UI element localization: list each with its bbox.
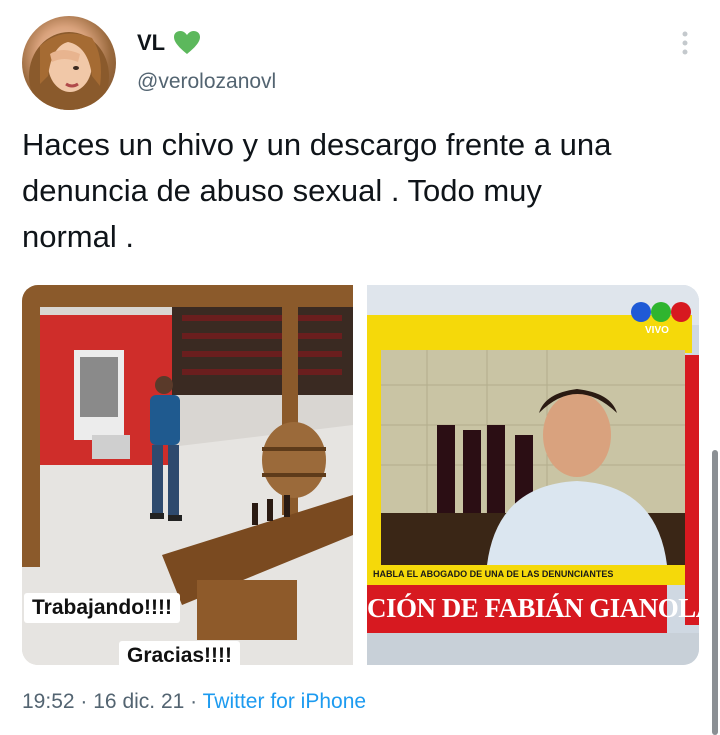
name-row: VL <box>137 30 201 56</box>
tweet-date[interactable]: 16 dic. 21 <box>93 690 184 713</box>
tweet-source-link[interactable]: Twitter for iPhone <box>203 690 366 713</box>
caption-gracias: Gracias!!!! <box>119 641 241 665</box>
channel-live-label: VIVO <box>645 325 669 336</box>
ticker-big-text: CIÓN DE FABIÁN GIANOLA <box>367 593 699 623</box>
tweet-text: Haces un chivo y un descargo frente a un… <box>22 127 612 254</box>
media-photo-right[interactable]: VIVO HABLA EL ABOGADO DE UNA DE LAS DENU… <box>367 285 699 665</box>
caption-trabajando: Trabajando!!!! <box>24 593 180 623</box>
tweet-meta: 19:52 · 16 dic. 21 · Twitter for iPhone <box>22 690 366 714</box>
meta-separator-2: · <box>190 690 198 713</box>
ticker-small-text: HABLA EL ABOGADO DE UNA DE LAS DENUNCIAN… <box>373 569 614 579</box>
more-options-icon[interactable] <box>680 30 690 58</box>
tweet-time[interactable]: 19:52 <box>22 690 75 713</box>
scrollbar[interactable] <box>712 450 718 735</box>
display-name[interactable]: VL <box>137 30 165 56</box>
user-handle[interactable]: @verolozanovl <box>137 70 276 94</box>
meta-separator: · <box>80 690 88 713</box>
avatar[interactable] <box>22 16 116 110</box>
media-photo-left[interactable]: Trabajando!!!! Gracias!!!! <box>22 285 353 665</box>
avatar-image <box>29 32 109 110</box>
green-heart-icon <box>174 31 201 54</box>
media-grid: Trabajando!!!! Gracias!!!! VIVO HABLA EL… <box>22 285 699 665</box>
